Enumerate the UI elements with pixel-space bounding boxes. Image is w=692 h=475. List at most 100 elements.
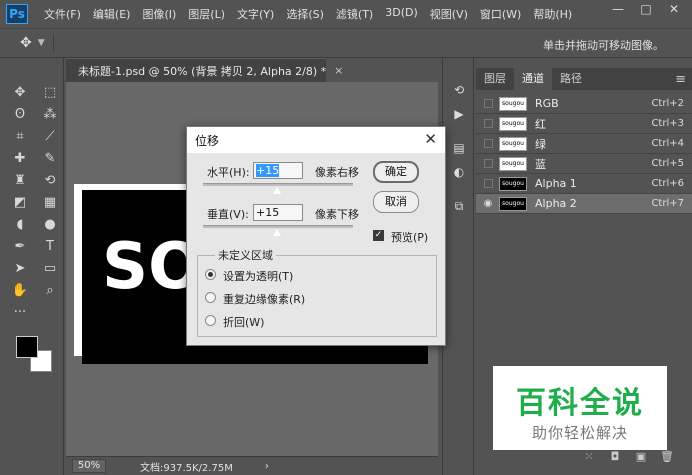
zoom-tool-icon[interactable]: ⌕ [36,280,64,300]
history-panel-icon[interactable]: ⟲ [443,78,475,102]
menu-item-2[interactable]: 图像(I) [136,6,182,22]
move-tool-icon[interactable]: ✥ [6,82,34,102]
channel-row[interactable]: sougou RGB Ctrl+2 [476,94,692,114]
visibility-toggle[interactable] [481,117,495,131]
dodge-tool-icon[interactable]: ● [36,214,64,234]
path-selection-tool-icon[interactable]: ➤ [6,258,34,278]
tab-2[interactable]: 路径 [552,68,590,90]
menu-items: 文件(F) 编辑(E) 图像(I) 图层(L) 文字(Y) 选择(S) 滤镜(T) 3D(D)… [38,6,578,22]
zoom-level-field[interactable]: 50% [72,459,106,473]
save-selection-icon[interactable]: ◘ [602,450,628,463]
maximize-icon[interactable]: □ [632,0,660,20]
minimize-icon[interactable]: — [604,0,632,20]
panel-menu-icon[interactable]: ≡ [675,72,686,87]
channel-thumbnail: sougou [499,136,527,151]
status-menu-arrow[interactable]: › [265,461,269,472]
vertical-label: 垂直(V): [207,208,249,221]
hand-tool-icon[interactable]: ✋ [6,280,34,300]
trash-icon[interactable]: 🗑 [654,450,680,463]
ok-button[interactable]: 确定 [373,161,419,183]
options-divider [52,34,54,52]
menu-item-6[interactable]: 滤镜(T) [330,6,379,22]
channel-row[interactable]: sougou 绿 Ctrl+4 [476,134,692,154]
new-channel-icon[interactable]: ▣ [628,450,654,463]
visibility-toggle[interactable] [481,177,495,191]
tab-1[interactable]: 通道 [514,68,552,90]
type-tool-icon[interactable]: T [36,236,64,256]
visibility-box [483,159,493,168]
menu-item-7[interactable]: 3D(D) [379,6,424,22]
close-window-icon[interactable]: ✕ [660,0,688,20]
rectangle-tool-icon[interactable]: ▭ [36,258,64,278]
more-tools-icon[interactable]: ··· [6,302,34,322]
menu-item-1[interactable]: 编辑(E) [87,6,137,22]
horizontal-slider-thumb[interactable] [273,187,281,194]
channel-name: RGB [535,97,559,110]
channel-shortcut: Ctrl+3 [651,118,684,129]
menu-item-0[interactable]: 文件(F) [38,6,87,22]
channel-name: 红 [535,117,546,131]
visibility-toggle[interactable] [481,157,495,171]
move-icon[interactable]: ✥ [20,35,32,51]
eyedropper-tool-icon[interactable]: ⟋ [36,126,64,146]
channel-row[interactable]: sougou 蓝 Ctrl+5 [476,154,692,174]
watermark-title: 百科全说 [516,386,644,421]
vertical-slider-track[interactable] [203,225,353,228]
close-icon[interactable]: ✕ [424,130,437,148]
vertical-slider-thumb[interactable] [273,229,281,236]
preview-checkbox[interactable]: ✓ [373,230,384,241]
radio-set-transparent[interactable] [205,269,216,280]
horizontal-input[interactable]: +15 [253,162,303,179]
adjustments-panel-icon[interactable]: ◐ [443,160,475,184]
menu-item-9[interactable]: 窗口(W) [474,6,527,22]
channel-shortcut: Ctrl+4 [651,138,684,149]
healing-brush-tool-icon[interactable]: ✚ [6,148,34,168]
chevron-down-icon[interactable]: ▼ [38,38,45,48]
lasso-tool-icon[interactable]: ʘ [6,104,34,124]
dialog-titlebar[interactable]: 位移 ✕ [187,127,445,153]
menu-item-10[interactable]: 帮助(H) [527,6,578,22]
menu-item-4[interactable]: 文字(Y) [231,6,280,22]
foreground-color-swatch[interactable] [16,336,38,358]
radio-wrap-around[interactable] [205,315,216,326]
tools-panel: ✥ ⬚ ʘ ⁂ ⌗ ⟋ ✚ ✎ ♜ ⟲ ◩ ▦ ◖ ● ✒ T ➤ ▭ ✋ ⌕ ··· [0,58,64,475]
channel-name: 绿 [535,137,546,151]
visibility-toggle[interactable] [481,137,495,151]
load-selection-icon[interactable]: ⁙ [576,450,602,463]
marquee-tool-icon[interactable]: ⬚ [36,82,64,102]
eye-icon[interactable]: ◉ [481,197,495,211]
horizontal-value: +15 [256,164,280,177]
visibility-box [483,179,493,188]
preview-label: 预览(P) [391,231,429,244]
history-brush-tool-icon[interactable]: ⟲ [36,170,64,190]
menu-item-5[interactable]: 选择(S) [280,6,330,22]
menu-item-3[interactable]: 图层(L) [182,6,231,22]
crop-tool-icon[interactable]: ⌗ [6,126,34,146]
horizontal-slider-track[interactable] [203,183,353,186]
channel-row[interactable]: sougou 红 Ctrl+3 [476,114,692,134]
channel-shortcut: Ctrl+7 [651,198,684,209]
visibility-toggle[interactable] [481,97,495,111]
brush-tool-icon[interactable]: ✎ [36,148,64,168]
channel-row[interactable]: ◉ sougou Alpha 2 Ctrl+7 [476,194,692,214]
radio-repeat-edge[interactable] [205,292,216,303]
collapsed-panel-strip: ⟲ ▶ ▤ ◐ ⧉ [442,58,474,475]
channel-row[interactable]: sougou Alpha 1 Ctrl+6 [476,174,692,194]
close-document-icon[interactable]: × [334,64,343,77]
gradient-tool-icon[interactable]: ▦ [36,192,64,212]
blur-tool-icon[interactable]: ◖ [6,214,34,234]
vertical-input[interactable]: +15 [253,204,303,221]
actions-panel-icon[interactable]: ▶ [443,102,475,126]
document-tab[interactable]: 未标题-1.psd @ 50% (背景 拷贝 2, Alpha 2/8) * × [66,58,343,82]
tab-0[interactable]: 图层 [476,68,514,90]
menu-bar: Ps 文件(F) 编辑(E) 图像(I) 图层(L) 文字(Y) 选择(S) 滤镜(T) 3D… [0,0,692,28]
magic-wand-tool-icon[interactable]: ⁂ [36,104,64,124]
cancel-button[interactable]: 取消 [373,191,419,213]
properties-panel-icon[interactable]: ▤ [443,136,475,160]
eraser-tool-icon[interactable]: ◩ [6,192,34,212]
libraries-panel-icon[interactable]: ⧉ [443,194,475,218]
menu-item-8[interactable]: 视图(V) [424,6,474,22]
options-hint: 单击并拖动可移动图像。 [543,39,664,52]
clone-stamp-tool-icon[interactable]: ♜ [6,170,34,190]
pen-tool-icon[interactable]: ✒ [6,236,34,256]
